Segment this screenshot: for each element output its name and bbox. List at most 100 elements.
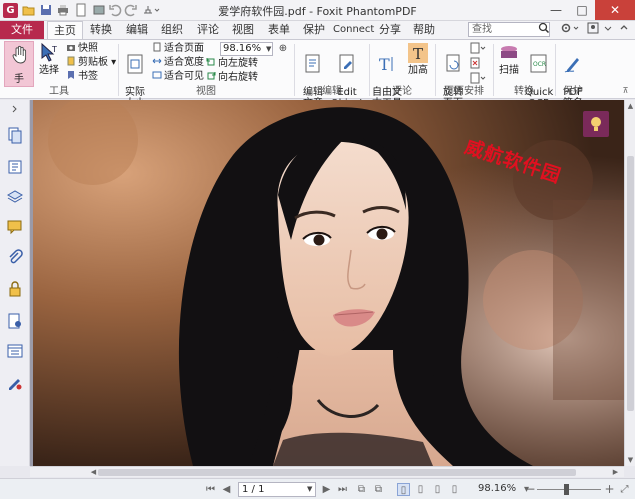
group-label-tools: 工具	[49, 86, 69, 97]
content-panel-icon[interactable]	[6, 342, 24, 360]
page-number-input[interactable]: 1 / 1	[238, 482, 316, 497]
highlight-icon: T	[408, 43, 428, 63]
tab-organize[interactable]: 组织	[157, 21, 187, 39]
tab-protect[interactable]: 保护	[299, 21, 329, 39]
fullscreen-icon[interactable]: ⤢	[618, 483, 631, 496]
scroll-up-icon[interactable]: ▲	[625, 102, 635, 110]
edit-text-icon	[305, 54, 320, 73]
svg-text:T: T	[379, 55, 390, 74]
tab-view[interactable]: 视图	[228, 21, 258, 39]
svg-text:T: T	[413, 45, 423, 63]
select-tool-button[interactable]: T 选择	[37, 42, 61, 76]
scroll-down-icon[interactable]: ▼	[625, 456, 635, 464]
tab-share[interactable]: 分享	[375, 21, 405, 39]
search-icon[interactable]	[537, 22, 551, 37]
horizontal-scroll-thumb[interactable]	[98, 469, 576, 476]
delete-page-icon[interactable]	[470, 57, 486, 69]
rotate-page-icon	[446, 54, 460, 72]
tab-comment[interactable]: 评论	[193, 21, 223, 39]
single-page-view-icon[interactable]: ▯	[397, 483, 410, 496]
clipboard-button[interactable]: 剪贴板 ▾	[66, 56, 116, 68]
rotate-page-button[interactable]: 旋转 页面	[439, 42, 467, 109]
next-page-icon[interactable]: ▶	[320, 483, 333, 496]
document-properties-icon[interactable]	[6, 312, 24, 330]
zoom-in-icon[interactable]: +	[603, 483, 616, 496]
highlight-button[interactable]: T 加高	[405, 42, 431, 76]
ocr-icon: OCR	[530, 54, 547, 73]
zoom-dropdown-icon[interactable]: ▼	[266, 42, 274, 56]
undo-icon[interactable]	[108, 3, 122, 17]
tab-form[interactable]: 表单	[264, 21, 294, 39]
security-lock-icon[interactable]	[6, 280, 24, 298]
first-page-icon[interactable]: ⏮	[204, 483, 217, 496]
open-folder-icon[interactable]	[22, 3, 36, 17]
tab-convert[interactable]: 转换	[86, 21, 116, 39]
actual-size-button[interactable]: 实际 大小	[122, 42, 148, 109]
zoom-slider-thumb[interactable]	[563, 484, 569, 495]
continuous-facing-view-icon[interactable]: ▯	[448, 483, 461, 496]
comments-panel-icon[interactable]	[6, 218, 24, 236]
highlight-label: 加高	[408, 65, 428, 76]
stamp-dropdown-icon[interactable]	[141, 3, 161, 17]
last-page-icon[interactable]: ⏭	[336, 483, 349, 496]
maximize-button[interactable]: □	[569, 0, 595, 20]
horizontal-scrollbar[interactable]: ◀ ▶	[30, 466, 624, 477]
edit-object-button[interactable]: Edit Object	[330, 42, 364, 109]
document-viewport[interactable]: 威航软件园	[30, 100, 624, 466]
hand-tool-button[interactable]: 手	[4, 41, 34, 87]
snapshot-button[interactable]: 快照	[66, 42, 98, 54]
previous-view-icon[interactable]: ⧉	[355, 483, 368, 496]
pages-icon[interactable]	[6, 126, 24, 144]
zoom-in-icon[interactable]: ⊕	[277, 42, 289, 56]
clipboard-icon	[66, 56, 76, 66]
pdf-sign-button[interactable]: PDF 签名	[560, 42, 586, 109]
previous-page-icon[interactable]: ◀	[220, 483, 233, 496]
page-dropdown-icon[interactable]: ▼	[307, 482, 316, 497]
tab-connect[interactable]: Connect	[333, 21, 374, 39]
continuous-view-icon[interactable]: ▯	[414, 483, 427, 496]
vertical-scrollbar[interactable]: ▲ ▼	[624, 100, 635, 466]
collapse-ribbon-icon[interactable]	[617, 22, 631, 37]
fit-visible-icon	[152, 70, 162, 80]
lightbulb-tip-icon[interactable]	[583, 111, 609, 137]
save-icon[interactable]	[39, 3, 53, 17]
user-icon[interactable]	[586, 22, 600, 37]
vertical-scroll-thumb[interactable]	[627, 156, 634, 411]
next-view-icon[interactable]: ⧉	[372, 483, 385, 496]
attachments-icon[interactable]	[6, 248, 24, 266]
fit-width-button[interactable]: 适合宽度	[152, 56, 204, 68]
scroll-right-icon[interactable]: ▶	[610, 468, 621, 476]
edit-text-button[interactable]: 编辑 文章	[299, 42, 327, 109]
bookmarks-panel-icon[interactable]	[6, 158, 24, 176]
tab-edit[interactable]: 编辑	[122, 21, 152, 39]
bookmark-icon	[66, 70, 76, 80]
user-dropdown-icon[interactable]	[603, 22, 613, 37]
redo-icon[interactable]	[124, 3, 138, 17]
typewriter-button[interactable]: T 自由文 本工具	[372, 42, 402, 109]
fit-width-label: 适合宽度	[164, 57, 204, 68]
minimize-button[interactable]: —	[543, 0, 569, 20]
tool-icon[interactable]	[92, 3, 106, 17]
facing-view-icon[interactable]: ▯	[431, 483, 444, 496]
close-button[interactable]: ✕	[595, 0, 635, 20]
tab-file[interactable]: 文件	[0, 21, 44, 39]
tab-home[interactable]: 主页	[47, 21, 83, 40]
print-icon[interactable]	[56, 3, 70, 17]
fit-visible-button[interactable]: 适合可见	[152, 70, 204, 82]
zoom-out-icon[interactable]: −	[524, 483, 537, 496]
foxit-logo-icon[interactable]: G	[3, 3, 18, 18]
layers-icon[interactable]	[6, 188, 24, 206]
panel-toggle-icon[interactable]	[6, 104, 24, 114]
bookmark-button[interactable]: 书签	[66, 70, 98, 82]
signature-panel-icon[interactable]	[6, 374, 24, 392]
settings-gear-icon[interactable]	[560, 22, 582, 37]
rotate-left-button[interactable]: 向左旋转	[206, 57, 258, 69]
ribbon-collapse-icon[interactable]: ⊼	[620, 86, 631, 95]
quick-ocr-button[interactable]: OCR Quick OCR	[525, 42, 553, 109]
new-doc-icon[interactable]	[74, 3, 88, 17]
insert-page-icon[interactable]	[470, 42, 486, 54]
scan-button[interactable]: 扫描	[497, 42, 521, 76]
fit-page-button[interactable]: 适合页面	[152, 42, 204, 54]
tab-help[interactable]: 帮助	[409, 21, 439, 39]
zoom-slider-track[interactable]	[537, 489, 601, 490]
